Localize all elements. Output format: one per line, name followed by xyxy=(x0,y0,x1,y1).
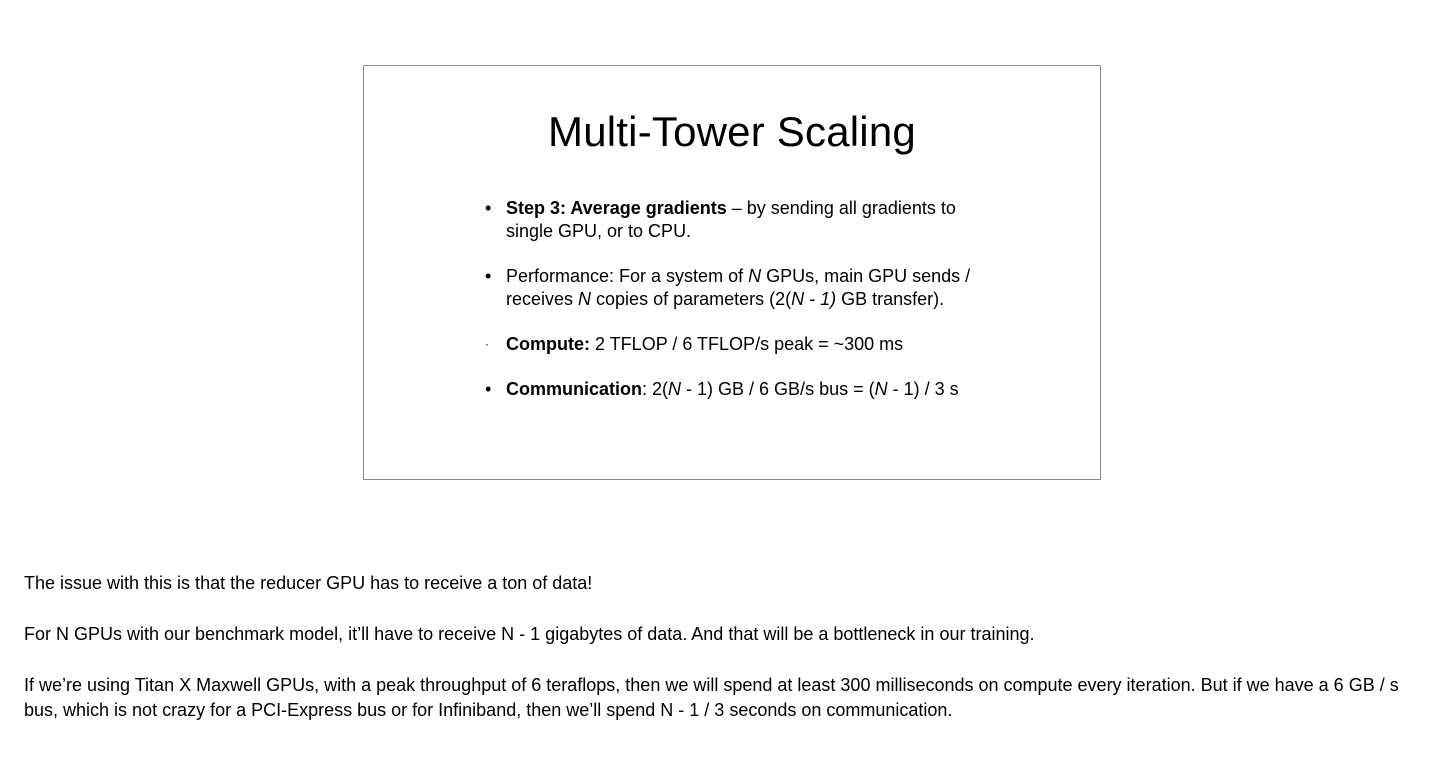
speaker-notes: The issue with this is that the reducer … xyxy=(24,571,1424,749)
bullet-text: Performance: For a system of xyxy=(506,266,749,286)
bullet-item-compute: · Compute: 2 TFLOP / 6 TFLOP/s peak = ~3… xyxy=(485,333,1005,356)
bullet-dot-icon: • xyxy=(485,266,492,286)
bullet-italic-var: N xyxy=(874,379,888,399)
slide-title: Multi-Tower Scaling xyxy=(548,108,916,155)
bullet-text: : 2( xyxy=(642,379,669,399)
notes-paragraph: The issue with this is that the reducer … xyxy=(24,573,593,593)
slide: Multi-Tower Scaling • Step 3: Average gr… xyxy=(363,65,1101,480)
bullet-list: • Step 3: Average gradients – by sending… xyxy=(485,197,1005,401)
bullet-item-communication: • Communication: 2(N - 1) GB / 6 GB/s bu… xyxy=(485,378,1005,401)
bullet-text: GB transfer). xyxy=(836,289,945,309)
bullet-italic-var: N xyxy=(668,379,682,399)
bullet-text: - 1) GB / 6 GB/s bus = ( xyxy=(681,379,875,399)
bullet-text: - 1) / 3 s xyxy=(887,379,959,399)
bullet-item-performance: • Performance: For a system of N GPUs, m… xyxy=(485,265,1005,311)
bullet-bold-label: Communication xyxy=(506,379,643,399)
bullet-dot-icon: · xyxy=(485,337,489,351)
bullet-item-average-gradients: • Step 3: Average gradients – by sending… xyxy=(485,197,1005,243)
bullet-bold-label: Step 3: Average gradients xyxy=(506,198,727,218)
bullet-text: copies of parameters (2( xyxy=(591,289,792,309)
bullet-dot-icon: • xyxy=(485,198,492,218)
bullet-italic-var: N xyxy=(578,289,592,309)
notes-paragraph: If we’re using Titan X Maxwell GPUs, wit… xyxy=(24,675,1399,720)
bullet-italic-var: N - 1) xyxy=(791,289,837,309)
bullet-italic-var: N xyxy=(748,266,762,286)
bullet-bold-label: Compute: xyxy=(506,334,590,354)
bullet-dot-icon: • xyxy=(485,379,492,399)
bullet-text: 2 TFLOP / 6 TFLOP/s peak = ~300 ms xyxy=(590,334,904,354)
notes-paragraph: For N GPUs with our benchmark model, it’… xyxy=(24,624,1035,644)
